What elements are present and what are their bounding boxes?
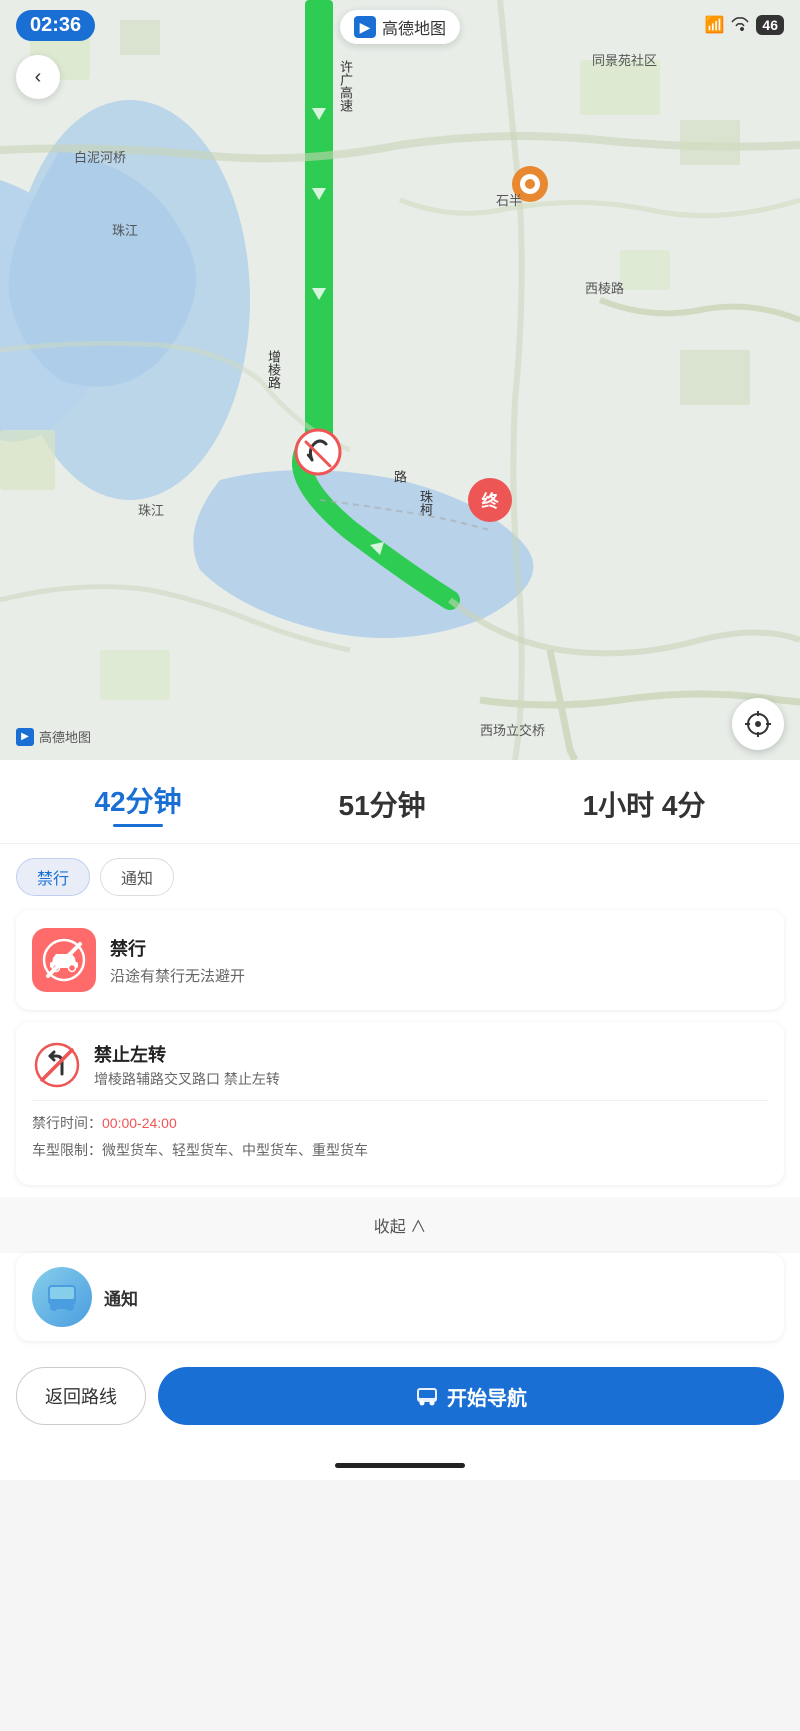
map-label-xiling: 西棱路 xyxy=(585,278,624,297)
no-left-vehicle-row: 车型限制：微型货车、轻型货车、中型货车、重型货车 xyxy=(32,1140,768,1161)
amap-small-logo: ▶ xyxy=(16,728,34,746)
map-label-xichang: 西场立交桥 xyxy=(480,720,545,739)
location-button[interactable] xyxy=(732,698,784,750)
amap-logo-icon: ▶ xyxy=(354,16,376,38)
amap-watermark-text: 高德地图 xyxy=(39,727,91,746)
no-entry-text: 禁行 沿途有禁行无法避开 xyxy=(110,935,245,986)
no-entry-title: 禁行 xyxy=(110,935,245,961)
route-tab-0[interactable]: 42分钟 xyxy=(94,780,181,827)
no-left-turn-icon xyxy=(34,1042,80,1088)
start-navigate-label: 开始导航 xyxy=(447,1382,527,1411)
home-bar xyxy=(335,1463,465,1468)
no-left-time-label: 禁行时间： xyxy=(32,1115,102,1131)
no-entry-subtitle: 沿途有禁行无法避开 xyxy=(110,965,245,986)
amap-logo-top: ▶ 高德地图 xyxy=(340,10,460,44)
svg-text:终: 终 xyxy=(482,491,500,511)
map-label-tongjing: 同景苑社区 xyxy=(592,50,657,69)
map-label-shiban: 石半 xyxy=(496,190,522,209)
home-indicator xyxy=(0,1455,800,1480)
route-tab-time-0: 42分钟 xyxy=(94,780,181,820)
no-entry-card: 禁行 沿途有禁行无法避开 xyxy=(16,910,784,1010)
filter-tabs: 禁行 通知 xyxy=(0,844,800,910)
route-tab-time-2: 1小时 4分 xyxy=(583,784,706,824)
filter-tab-jixing[interactable]: 禁行 xyxy=(16,858,90,896)
no-left-subtitle: 增棱路辅路交叉路口 禁止左转 xyxy=(94,1069,280,1089)
route-tab-2[interactable]: 1小时 4分 xyxy=(583,784,706,824)
notification-section: 通知 xyxy=(16,1253,784,1341)
no-left-time-value: 00:00-24:00 xyxy=(102,1115,177,1131)
route-tab-1[interactable]: 51分钟 xyxy=(339,784,426,824)
map-label-bainihebridg: 白泥河桥 xyxy=(74,147,126,166)
collapse-label: 收起 ∧ xyxy=(374,1219,426,1236)
map-label-zhujiang2: 珠江 xyxy=(138,500,164,519)
bottom-buttons: 返回路线 开始导航 xyxy=(0,1353,800,1455)
map-label-zengling: 增棱路 xyxy=(264,350,283,389)
no-left-time-row: 禁行时间：00:00-24:00 xyxy=(32,1113,768,1134)
route-tabs: 42分钟 51分钟 1小时 4分 xyxy=(0,760,800,844)
map-label-zhuke: 珠柯 xyxy=(416,490,435,516)
bottom-panel: 42分钟 51分钟 1小时 4分 禁行 通知 xyxy=(0,760,800,1480)
collapse-button[interactable]: 收起 ∧ xyxy=(0,1197,800,1253)
no-entry-content: 禁行 沿途有禁行无法避开 xyxy=(16,910,784,1010)
no-left-content: 禁止左转 增棱路辅路交叉路口 禁止左转 禁行时间：00:00-24:00 车型限… xyxy=(16,1022,784,1185)
navigate-bus-icon xyxy=(415,1384,439,1408)
no-left-header: 禁止左转 增棱路辅路交叉路口 禁止左转 xyxy=(32,1040,768,1090)
status-time: 02:36 xyxy=(16,10,95,41)
back-button[interactable]: ‹ xyxy=(16,55,60,99)
battery-indicator: 46 xyxy=(756,15,784,35)
map-label-lu: 路 xyxy=(390,470,409,483)
filter-tab-tongzhi[interactable]: 通知 xyxy=(100,858,174,896)
route-tab-time-1: 51分钟 xyxy=(339,784,426,824)
wifi-icon xyxy=(730,16,750,35)
no-left-text-group: 禁止左转 增棱路辅路交叉路口 禁止左转 xyxy=(94,1041,280,1089)
signal-icon: 📶 xyxy=(705,15,725,35)
no-left-icon-wrap xyxy=(32,1040,82,1090)
no-left-details: 禁行时间：00:00-24:00 车型限制：微型货车、轻型货车、中型货车、重型货… xyxy=(32,1100,768,1161)
no-left-card: 禁止左转 增棱路辅路交叉路口 禁止左转 禁行时间：00:00-24:00 车型限… xyxy=(16,1022,784,1185)
status-right: 📶 46 xyxy=(705,15,785,35)
start-navigate-button[interactable]: 开始导航 xyxy=(158,1367,784,1425)
no-entry-icon xyxy=(42,938,86,982)
no-entry-icon-wrap xyxy=(32,928,96,992)
notification-label: 通知 xyxy=(104,1285,138,1310)
amap-logo-text: 高德地图 xyxy=(382,15,446,39)
map-label-xuguang: 许广高速 xyxy=(336,60,355,112)
amap-watermark: ▶ 高德地图 xyxy=(16,727,91,746)
route-tab-underline-0 xyxy=(113,824,163,827)
notification-icon xyxy=(32,1267,92,1327)
map-label-zhujiang1: 珠江 xyxy=(112,220,138,239)
no-left-title: 禁止左转 xyxy=(94,1041,280,1067)
map-area[interactable]: 终 02:36 📶 46 ▶ 高德地图 ‹ 白泥河桥 珠江 珠江 许广高速 增棱… xyxy=(0,0,800,760)
return-route-button[interactable]: 返回路线 xyxy=(16,1367,146,1425)
